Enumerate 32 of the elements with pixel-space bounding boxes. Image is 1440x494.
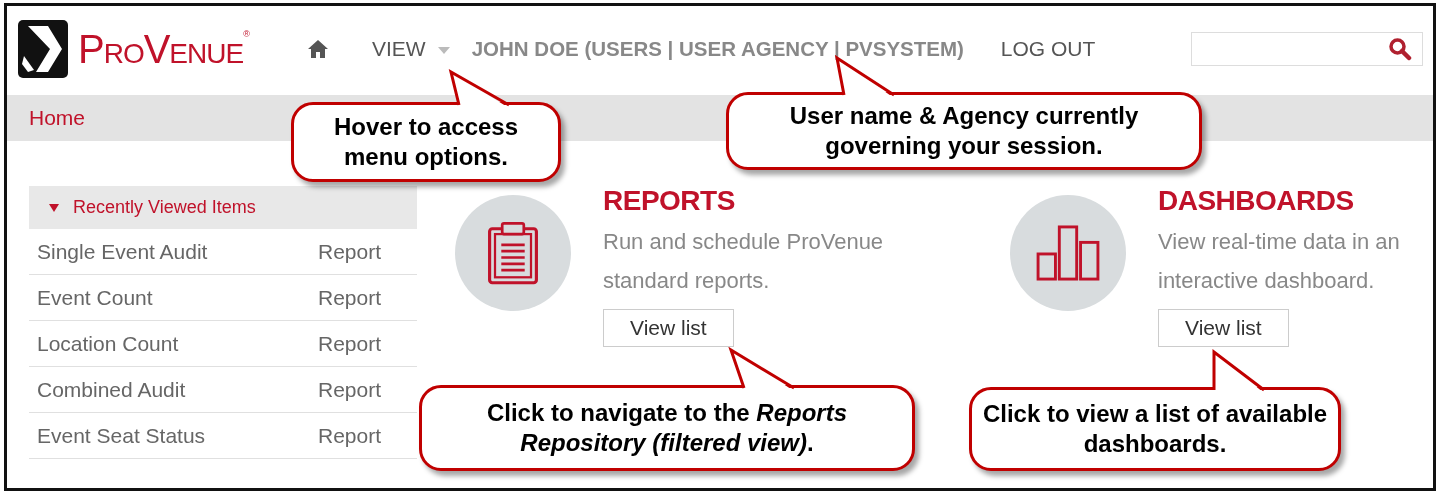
clipboard-icon [486, 221, 540, 285]
home-link[interactable]: Home [29, 106, 86, 130]
callout-text: Hover to access menu options. [332, 112, 520, 172]
caret-icon [437, 46, 450, 54]
item-type: Report [317, 239, 381, 264]
recent-item-link[interactable]: Event Count [37, 285, 153, 310]
view-list-button[interactable]: View list [603, 309, 734, 347]
recent-item-link[interactable]: Location Count [37, 331, 179, 356]
view-menu[interactable]: VIEW [372, 37, 450, 61]
recent-items-header[interactable]: Recently Viewed Items [29, 186, 417, 229]
recent-item-link[interactable]: Event Seat Status [37, 423, 206, 448]
card-title: REPORTS [603, 186, 735, 216]
item-type: Report [317, 423, 381, 448]
recent-item-link[interactable]: Single Event Audit [37, 239, 208, 264]
recent-item-link[interactable]: Combined Audit [37, 377, 186, 402]
bar-chart-icon [1036, 225, 1100, 281]
callout-text: User name & Agency currently governing your session. [788, 101, 1140, 161]
view-list-button[interactable]: View list [1158, 309, 1289, 347]
callout-text: Click to navigate to the Reports Repository (filtered view). [485, 398, 849, 458]
item-type: Report [317, 377, 381, 402]
callout-text: Click to view a list of available dashboards. [982, 399, 1328, 459]
logout-link[interactable]: LOG OUT [1000, 37, 1096, 61]
logo-text: ProVenue$^{®}$ [78, 29, 249, 69]
search-field[interactable] [1191, 32, 1423, 66]
card-description: Run and schedule ProVenue standard reports. [603, 228, 885, 295]
card-title: DASHBOARDS [1158, 186, 1354, 216]
home-icon[interactable] [308, 40, 328, 58]
item-type: Report [317, 285, 381, 310]
logo-icon [18, 20, 68, 78]
search-icon[interactable] [1388, 37, 1412, 61]
item-type: Report [317, 331, 381, 356]
card-description: View real-time data in an interactive dashboard. [1158, 228, 1401, 295]
